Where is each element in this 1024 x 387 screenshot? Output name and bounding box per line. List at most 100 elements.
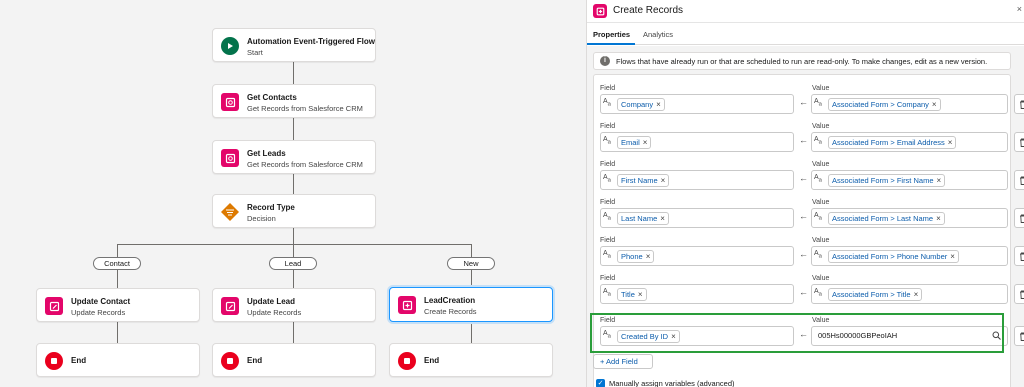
end-icon [45,352,63,370]
remove-icon: × [660,176,666,185]
close-button[interactable]: × [1017,4,1022,14]
panel-header: Create Records × [587,0,1024,23]
field-chip[interactable]: Last Name × [617,212,669,225]
update-records-icon [221,297,239,315]
text-type-icon: Aa [603,288,611,298]
mapping-row: Field Value Aa Phone × ← Aa Associated Fo… [594,237,1012,269]
node-subtitle: Start [247,48,263,57]
play-icon [221,37,239,55]
branch-label-new[interactable]: New [447,257,495,270]
field-label: Field [600,199,616,206]
value-input[interactable]: Aa Associated Form > Last Name × [811,208,1008,228]
node-subtitle: Get Records from Salesforce CRM [247,104,363,113]
flow-node-end[interactable]: End [212,343,376,377]
trash-icon [1020,290,1024,299]
field-input[interactable]: Aa Phone × [600,246,794,266]
value-chip[interactable]: Associated Form > Last Name × [828,212,945,225]
tab-properties[interactable]: Properties [593,30,630,39]
update-records-icon [45,297,63,315]
text-type-icon: Aa [814,288,822,298]
trash-icon [1020,214,1024,223]
field-input[interactable]: Aa Last Name × [600,208,794,228]
flow-node-update-lead[interactable]: Update Lead Update Records [212,288,376,322]
flow-node-end[interactable]: End [389,343,553,377]
field-input[interactable]: Aa Company × [600,94,794,114]
remove-icon: × [913,290,919,299]
delete-row-button[interactable] [1014,246,1024,266]
mapping-row: Field Value Aa First Name × ← Aa Associat… [594,161,1012,193]
field-input[interactable]: Aa Title × [600,284,794,304]
manual-assign-checkbox[interactable]: ✓ [596,379,605,387]
trash-icon [1020,332,1024,341]
value-label: Value [812,199,830,206]
read-only-notice: i Flows that have already run or that ar… [593,52,1011,70]
value-input[interactable]: Aa Associated Form > Email Address × [811,132,1008,152]
delete-row-button[interactable] [1014,326,1024,346]
text-type-icon: Aa [814,250,822,260]
delete-row-button[interactable] [1014,132,1024,152]
flow-node-record-type[interactable]: Record Type Decision [212,194,376,228]
value-chip[interactable]: Associated Form > First Name × [828,174,946,187]
active-tab-indicator [587,43,635,45]
field-chip[interactable]: First Name × [617,174,670,187]
value-input[interactable]: Aa Associated Form > Phone Number × [811,246,1008,266]
flow-node-get-contacts[interactable]: Get Contacts Get Records from Salesforce… [212,84,376,118]
create-records-icon [593,4,607,18]
value-chip[interactable]: Associated Form > Title × [828,288,923,301]
delete-row-button[interactable] [1014,94,1024,114]
node-title: Automation Event-Triggered Flow [247,37,376,46]
manual-assign-label: Manually assign variables (advanced) [609,379,735,387]
node-title: Get Contacts [247,93,297,102]
branch-label-lead[interactable]: Lead [269,257,317,270]
add-field-button[interactable]: + Add Field [593,354,653,369]
left-arrow-icon: ← [799,287,808,297]
decision-icon [221,203,239,221]
delete-row-button[interactable] [1014,170,1024,190]
remove-icon: × [656,100,661,109]
flow-node-update-contact[interactable]: Update Contact Update Records [36,288,200,322]
panel-title: Create Records [613,5,684,16]
field-input[interactable]: Aa First Name × [600,170,794,190]
text-type-icon: Aa [603,212,611,222]
field-chip[interactable]: Phone × [617,250,655,263]
flow-canvas: Contact Lead New Automation Event-Trigge… [0,0,586,387]
value-label: Value [812,161,830,168]
value-chip[interactable]: Associated Form > Company × [828,98,941,111]
connector-line [293,118,294,140]
left-arrow-icon: ← [799,97,808,107]
value-input[interactable]: Aa Associated Form > First Name × [811,170,1008,190]
node-title: Update Contact [71,297,131,306]
field-chip[interactable]: Title × [617,288,647,301]
text-type-icon: Aa [603,250,611,260]
delete-row-button[interactable] [1014,208,1024,228]
remove-icon: × [931,100,937,109]
branch-label-contact[interactable]: Contact [93,257,141,270]
node-title: Record Type [247,203,295,212]
value-input[interactable]: Aa Associated Form > Company × [811,94,1008,114]
field-label: Field [600,275,616,282]
flow-node-get-leads[interactable]: Get Leads Get Records from Salesforce CR… [212,140,376,174]
value-input[interactable]: Aa Associated Form > Title × [811,284,1008,304]
connector-line [471,322,472,343]
field-chip[interactable]: Email × [617,136,652,149]
properties-panel: Create Records × Properties Analytics i … [586,0,1024,387]
field-input[interactable]: Aa Email × [600,132,794,152]
connector-line [117,322,118,343]
node-title: LeadCreation [424,296,476,305]
flow-node-end[interactable]: End [36,343,200,377]
get-records-icon [221,93,239,111]
value-label: Value [812,85,830,92]
value-chip[interactable]: Associated Form > Email Address × [828,136,957,149]
field-chip[interactable]: Company × [617,98,665,111]
connector-line [293,228,294,244]
delete-row-button[interactable] [1014,284,1024,304]
remove-icon: × [936,214,941,223]
node-subtitle: Create Records [424,307,477,316]
tab-analytics[interactable]: Analytics [643,30,673,39]
field-label: Field [600,237,616,244]
value-chip[interactable]: Associated Form > Phone Number × [828,250,959,263]
flow-node-start[interactable]: Automation Event-Triggered Flow Start [212,28,376,62]
value-label: Value [812,123,830,130]
field-label: Field [600,123,616,130]
flow-node-lead-creation[interactable]: LeadCreation Create Records [389,287,553,322]
